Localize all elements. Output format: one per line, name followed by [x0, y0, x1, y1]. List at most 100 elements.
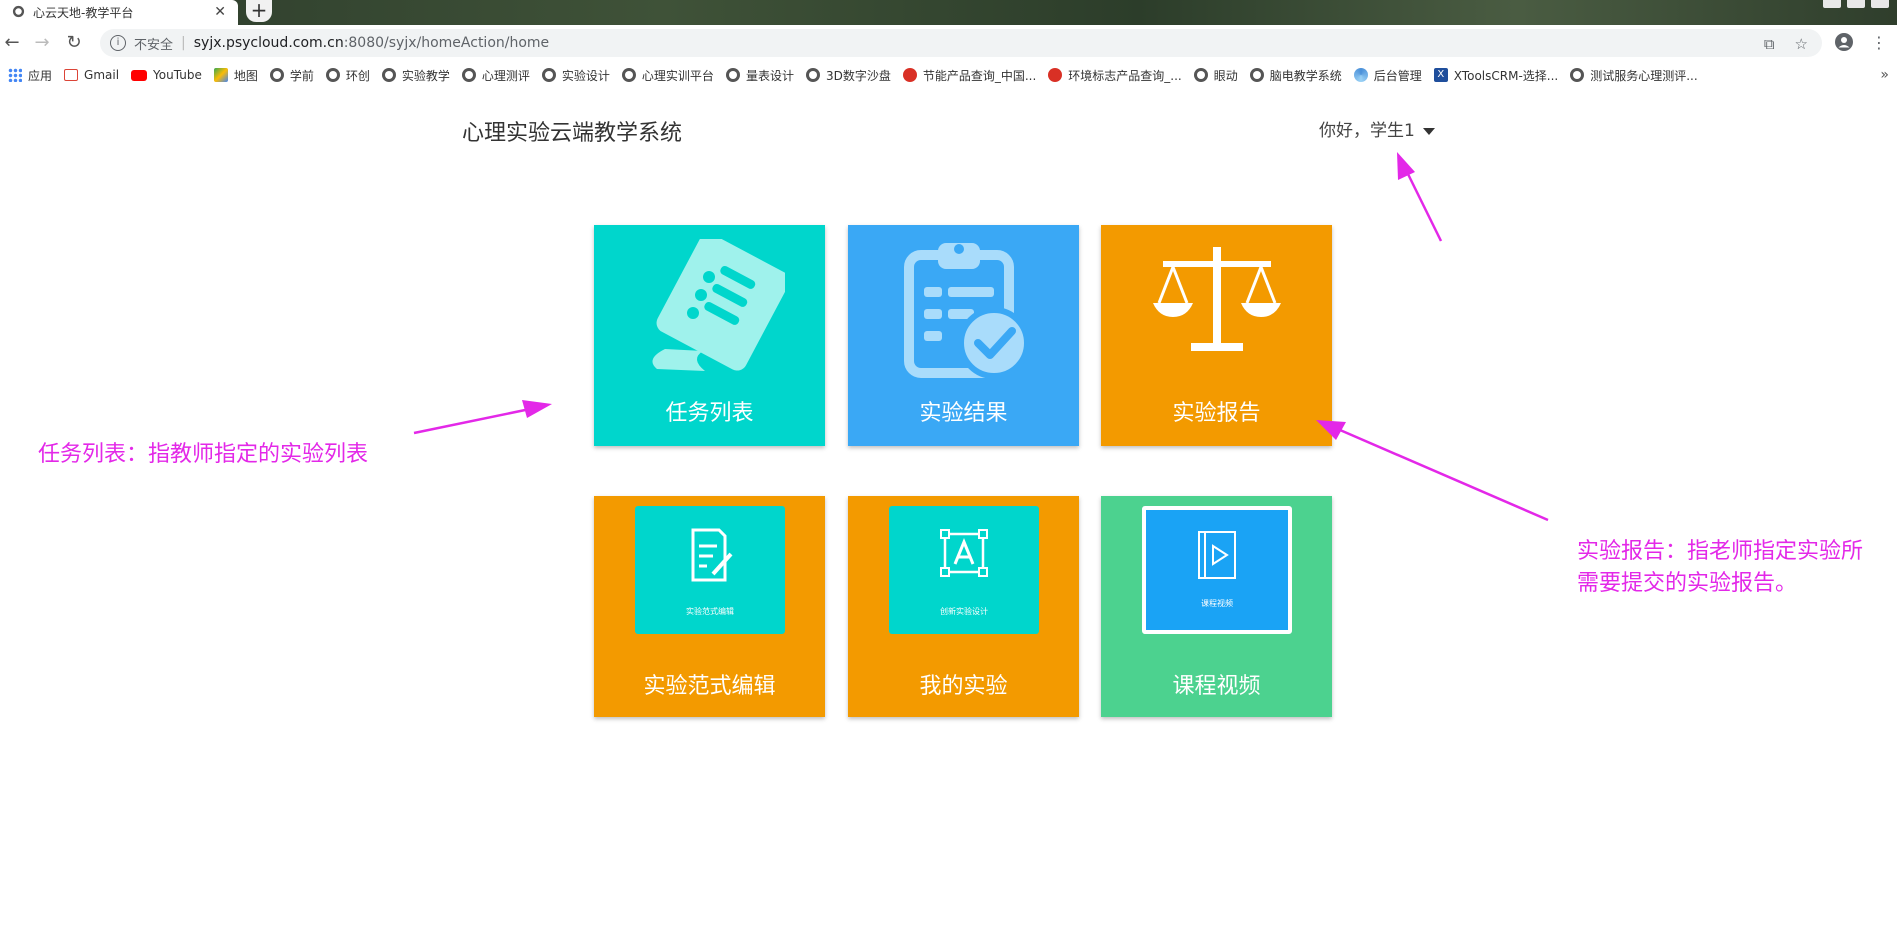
info-icon[interactable]: i: [110, 35, 126, 51]
bookmark-item[interactable]: 量表设计: [725, 67, 794, 84]
apps-grid-icon: [8, 68, 22, 82]
bookmark-item[interactable]: 学前: [269, 67, 314, 84]
annotation-arrows: [413, 152, 1549, 522]
forward-arrow-icon[interactable]: →: [30, 31, 54, 55]
bookmark-item[interactable]: 实验设计: [541, 67, 610, 84]
bookmark-item[interactable]: Gmail: [64, 68, 119, 82]
arrowhead-user-menu: [1397, 152, 1415, 180]
globe-icon: [269, 68, 284, 82]
globe-icon: [621, 68, 636, 82]
bookmark-label: Gmail: [84, 68, 120, 82]
profile-avatar-icon[interactable]: [1835, 33, 1853, 55]
bookmark-label: 节能产品查询_中国...: [922, 68, 1037, 83]
bookmark-item[interactable]: 应用: [8, 67, 52, 84]
translate-icon[interactable]: ⧉: [1764, 35, 1775, 53]
course-videos-card: 课程视频: [1142, 506, 1292, 634]
tile-label: 任务列表: [665, 401, 754, 426]
youtube-icon: [131, 69, 148, 81]
bookmark-label: 应用: [28, 68, 53, 83]
bookmark-label: 环境标志产品查询_...: [1068, 68, 1182, 83]
bookmark-item[interactable]: 心理测评: [461, 67, 530, 84]
minimize-icon[interactable]: [1823, 0, 1841, 8]
caret-down-icon: [1422, 127, 1435, 135]
bookmark-star-icon[interactable]: ☆: [1795, 35, 1808, 53]
reload-icon[interactable]: ↻: [62, 31, 86, 55]
bookmarks-bar: 应用 Gmail YouTube 地图 学前 环创 实验教学 心理测评 实验设计 心理实训平台 量表…: [0, 61, 1897, 89]
bookmark-label: XToolsCRM-选择...: [1453, 68, 1559, 83]
globe-icon: [461, 68, 476, 82]
bookmark-label: 学前: [289, 68, 314, 83]
annotation-right-line1: 实验报告：指老师指定实验所: [1577, 539, 1864, 564]
globe-icon: [725, 68, 740, 82]
maps-icon: [213, 68, 228, 82]
bookmark-label: 量表设计: [745, 68, 794, 83]
bookmark-label: 地图: [233, 68, 258, 83]
close-window-icon[interactable]: [1871, 0, 1889, 8]
bookmark-label: 测试服务心理测评...: [1590, 68, 1698, 83]
globe-icon: [805, 68, 820, 82]
maximize-icon[interactable]: [1847, 0, 1865, 8]
bookmark-item[interactable]: 节能产品查询_中国...: [902, 67, 1037, 84]
tile-course-videos[interactable]: 课程视频 课程视频: [1101, 496, 1332, 717]
bookmark-item[interactable]: 脑电教学系统: [1249, 67, 1342, 84]
edit-document-icon: [691, 528, 733, 582]
tile-my-experiments[interactable]: 创新实验设计 我的实验: [848, 496, 1079, 717]
browser-menu-icon[interactable]: ⋮: [1871, 33, 1887, 55]
globe-icon: [12, 5, 25, 21]
tile-label: 我的实验: [919, 674, 1008, 699]
my-experiments-card: 创新实验设计: [889, 506, 1039, 634]
task-list-icon: [652, 239, 785, 371]
tile-task-list[interactable]: 任务列表: [594, 225, 825, 446]
clipboard-check-icon: [903, 243, 1030, 379]
tile-paradigm-editor[interactable]: 实验范式编辑 实验范式编辑: [594, 496, 825, 717]
globe-icon: [1193, 68, 1208, 82]
bookmark-item[interactable]: X XToolsCRM-选择...: [1433, 67, 1559, 84]
bookmark-item[interactable]: 3D数字沙盘: [805, 67, 891, 84]
bookmark-item[interactable]: 后台管理: [1353, 67, 1422, 84]
paradigm-editor-card: 实验范式编辑: [635, 506, 785, 634]
bookmark-item[interactable]: 环创: [325, 67, 370, 84]
arrow-to-report: [1339, 428, 1549, 522]
annotation-left: 任务列表：指教师指定的实验列表: [38, 442, 369, 467]
tile-experiment-report[interactable]: 实验报告: [1101, 225, 1332, 446]
tile-experiment-results[interactable]: 实验结果: [848, 225, 1079, 446]
tab-title: 心云天地-教学平台: [33, 6, 134, 20]
bookmark-label: 环创: [345, 68, 370, 83]
globe-icon: [1249, 68, 1264, 82]
bookmark-label: 3D数字沙盘: [825, 68, 891, 83]
bookmark-label: 后台管理: [1373, 68, 1422, 83]
bookmark-label: 脑电教学系统: [1269, 68, 1342, 83]
bookmark-label: 心理实训平台: [641, 68, 714, 83]
bookmark-label: 实验设计: [561, 68, 610, 83]
bookmark-item[interactable]: 眼动: [1193, 67, 1238, 84]
url-input[interactable]: i 不安全 | syjx.psycloud.com.cn:8080/syjx/h…: [100, 29, 1822, 57]
tile-label: 实验结果: [919, 401, 1008, 426]
bookmark-label: 眼动: [1213, 68, 1238, 83]
globe-icon: [541, 68, 556, 82]
bookmark-item[interactable]: 心理实训平台: [621, 67, 714, 84]
bookmark-item[interactable]: 环境标志产品查询_...: [1048, 67, 1182, 84]
arrow-to-user-menu: [1405, 171, 1443, 242]
close-tab-icon[interactable]: ✕: [214, 4, 226, 20]
window-controls: [1823, 0, 1889, 8]
url-text: syjx.psycloud.com.cn:8080/syjx/homeActio…: [194, 35, 549, 51]
browser-tab[interactable]: 心云天地-教学平台 ✕: [0, 0, 238, 25]
bookmark-item[interactable]: 测试服务心理测评...: [1570, 67, 1698, 84]
create-experiment-icon: [940, 529, 988, 577]
site-title: 心理实验云端教学系统: [462, 121, 683, 146]
bookmark-item[interactable]: 实验教学: [381, 67, 450, 84]
tile-label: 实验报告: [1172, 401, 1261, 426]
card-caption: 创新实验设计: [940, 607, 988, 616]
emblem-icon: [1048, 68, 1063, 82]
user-menu[interactable]: 你好，学生1: [1319, 116, 1435, 141]
swirl-icon: [1353, 68, 1368, 82]
bookmarks-overflow-icon[interactable]: »: [1880, 67, 1889, 83]
back-arrow-icon[interactable]: ←: [0, 31, 24, 55]
user-greeting-text: 你好，学生1: [1319, 121, 1415, 141]
url-host: syjx.psycloud.com.cn: [193, 35, 344, 51]
bookmark-item[interactable]: 地图: [213, 67, 258, 84]
new-tab-button[interactable]: +: [246, 0, 272, 22]
bookmark-item[interactable]: YouTube: [131, 68, 202, 82]
browser-tab-strip: 心云天地-教学平台 ✕ +: [0, 0, 1897, 25]
card-caption: 课程视频: [1201, 599, 1233, 608]
